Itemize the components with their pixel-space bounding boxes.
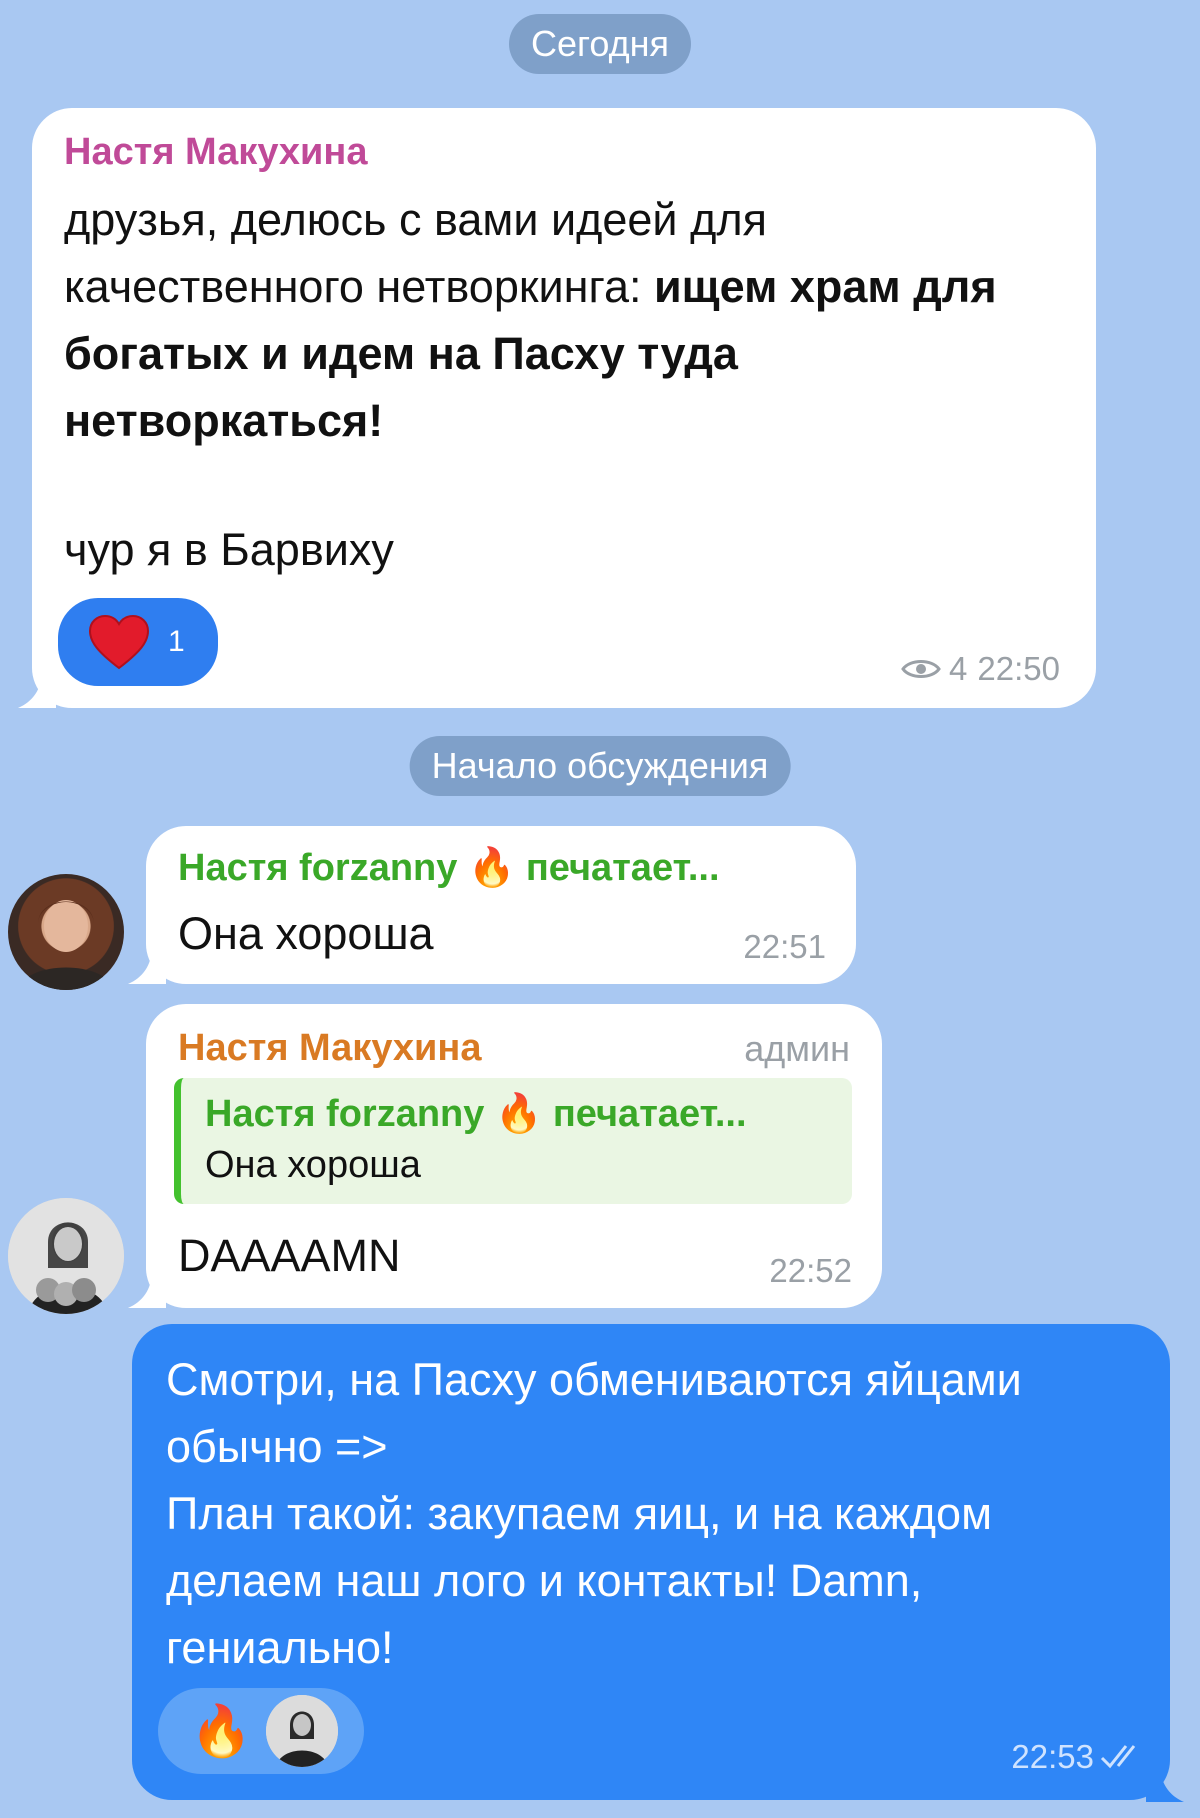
channel-post-bubble[interactable]: Настя Макухина друзья, делюсь с вами иде… <box>32 108 1096 708</box>
comment-text: DAAAAMN <box>178 1230 401 1281</box>
post-author[interactable]: Настя Макухина <box>64 130 368 174</box>
comment-bubble[interactable]: Настя Макухина админ Настя forzanny 🔥 пе… <box>146 1004 882 1308</box>
date-divider: Сегодня <box>509 14 691 74</box>
outgoing-text-line: Смотри, на Пасху обмениваются яйцами обы… <box>166 1354 1022 1472</box>
reactor-avatar <box>266 1695 339 1767</box>
outgoing-time: 22:53 <box>1011 1738 1094 1775</box>
comment-bubble[interactable]: Настя forzanny 🔥 печатает... Она хороша … <box>146 826 856 984</box>
fire-icon: 🔥 <box>494 1093 543 1135</box>
quote-text: Она хороша <box>205 1144 421 1186</box>
reply-quote[interactable]: Настя forzanny 🔥 печатает... Она хороша <box>174 1078 852 1204</box>
eye-icon <box>901 660 941 678</box>
post-time: 22:50 <box>977 650 1060 687</box>
discussion-divider: Начало обсуждения <box>409 736 791 796</box>
fire-icon: 🔥 <box>190 1702 253 1759</box>
post-text-second: чур я в Барвиху <box>64 524 394 575</box>
post-text: друзья, делюсь с вами идеей для качестве… <box>64 186 1064 454</box>
comment-author: Настя forzanny <box>178 847 458 889</box>
reaction-count: 1 <box>168 625 185 658</box>
comment-author[interactable]: Настя Макухина <box>178 1026 482 1070</box>
outgoing-message-bubble[interactable]: Смотри, на Пасху обмениваются яйцами обы… <box>132 1324 1170 1800</box>
views-count: 4 <box>949 650 968 687</box>
comment-time: 22:51 <box>743 928 826 965</box>
heart-icon <box>88 614 150 670</box>
quote-author-line: Настя forzanny 🔥 печатает... <box>205 1092 747 1136</box>
post-meta: 4 22:50 <box>901 650 1060 688</box>
double-check-icon <box>1100 1745 1136 1769</box>
comment-time: 22:52 <box>769 1252 852 1289</box>
heart-reaction-button[interactable]: 1 <box>58 598 218 686</box>
avatar-image <box>18 900 114 990</box>
avatar[interactable] <box>8 874 124 990</box>
avatar-image <box>266 1695 339 1767</box>
comment-author-line[interactable]: Настя forzanny 🔥 печатает... <box>178 846 720 890</box>
reactions-chip[interactable]: 🔥 <box>158 1688 364 1774</box>
fire-icon: 🔥 <box>467 847 516 889</box>
quote-author: Настя forzanny <box>205 1093 485 1135</box>
avatar-image <box>8 1198 124 1314</box>
comment-text: Она хороша <box>178 908 434 959</box>
outgoing-text-line: План такой: закупаем яиц, и на каждом де… <box>166 1488 993 1673</box>
comment-author-suffix: печатает... <box>525 847 720 889</box>
quote-author-suffix: печатает... <box>552 1093 747 1135</box>
avatar[interactable] <box>8 1198 124 1314</box>
outgoing-text: Смотри, на Пасху обмениваются яйцами обы… <box>166 1346 1146 1681</box>
outgoing-meta: 22:53 <box>1011 1738 1148 1776</box>
admin-badge: админ <box>744 1028 850 1069</box>
